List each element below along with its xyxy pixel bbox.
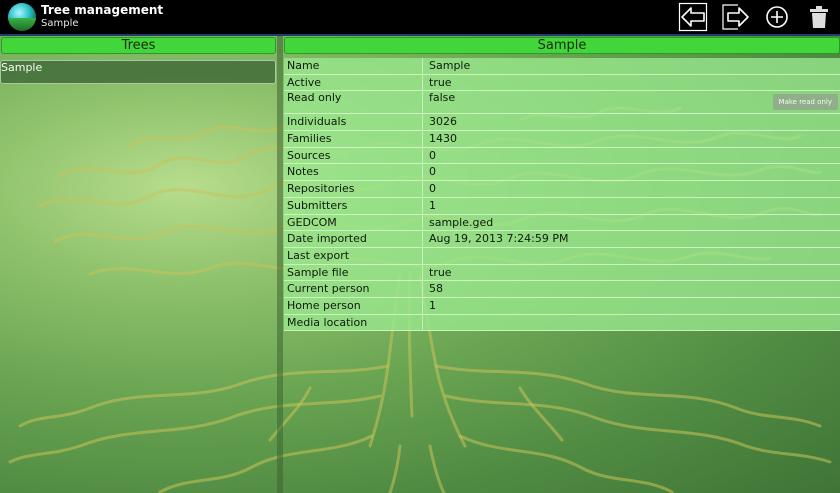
import-icon bbox=[678, 2, 708, 32]
property-value: true bbox=[429, 75, 452, 89]
property-value: Sample bbox=[429, 59, 471, 72]
trees-panel: Trees Sample bbox=[0, 36, 277, 493]
property-row-repositories: Repositories 0 bbox=[284, 181, 840, 198]
property-label: Name bbox=[287, 59, 320, 72]
property-label: Media location bbox=[287, 315, 368, 329]
property-value: Aug 19, 2013 7:24:59 PM bbox=[429, 232, 569, 246]
property-row-individuals: Individuals 3026 bbox=[284, 114, 840, 132]
property-row-read-only: Read only false Make read only bbox=[284, 91, 840, 115]
property-value: 0 bbox=[429, 165, 436, 179]
property-row-date-imported: Date imported Aug 19, 2013 7:24:59 PM bbox=[284, 231, 840, 248]
property-row-last-export: Last export bbox=[284, 247, 840, 265]
list-item[interactable]: Sample bbox=[0, 60, 276, 84]
property-value: sample.ged bbox=[429, 215, 494, 229]
property-row-gedcom: GEDCOM sample.ged bbox=[284, 214, 840, 232]
action-bar-titles: Tree management Sample bbox=[41, 3, 163, 31]
property-label: Repositories bbox=[287, 182, 355, 196]
property-value: 0 bbox=[429, 182, 436, 196]
property-row-current-person: Current person 58 bbox=[284, 281, 840, 298]
property-value: 1430 bbox=[429, 132, 457, 146]
property-label: Notes bbox=[287, 165, 319, 179]
trash-icon bbox=[810, 6, 828, 28]
property-row-home-person: Home person 1 bbox=[284, 297, 840, 315]
property-label: Families bbox=[287, 132, 332, 146]
property-label: Submitters bbox=[287, 198, 348, 212]
property-value: 1 bbox=[429, 198, 436, 212]
property-label: Home person bbox=[287, 298, 361, 312]
tree-properties-list: Name Sample Active true Read only false Make… bbox=[284, 58, 840, 332]
delete-tree-button[interactable] bbox=[798, 0, 840, 34]
action-buttons bbox=[672, 0, 840, 34]
property-value: 58 bbox=[429, 282, 443, 296]
property-value: 3026 bbox=[429, 115, 457, 129]
property-value: 0 bbox=[429, 148, 436, 162]
property-label: GEDCOM bbox=[287, 215, 337, 229]
property-label: Sample file bbox=[287, 265, 349, 279]
export-button[interactable] bbox=[714, 0, 756, 34]
property-label: Active bbox=[287, 75, 322, 89]
property-row-submitters: Submitters 1 bbox=[284, 197, 840, 215]
property-row-media-location: Media location bbox=[284, 314, 840, 332]
property-label: Sources bbox=[287, 148, 331, 162]
property-label: Individuals bbox=[287, 115, 347, 129]
property-label: Read only bbox=[287, 91, 342, 105]
app-title: Tree management bbox=[41, 3, 164, 17]
import-button[interactable] bbox=[672, 0, 714, 34]
property-label: Date imported bbox=[287, 232, 367, 246]
property-label: Current person bbox=[287, 282, 370, 296]
panel-separator[interactable] bbox=[277, 36, 283, 493]
property-row-active: Active true bbox=[284, 74, 840, 92]
property-row-name: Name Sample bbox=[284, 58, 840, 75]
action-bar: Tree management Sample bbox=[0, 0, 840, 34]
app-subtitle: Sample bbox=[41, 18, 79, 29]
tree-details-header: Sample bbox=[284, 37, 840, 54]
export-icon bbox=[722, 4, 749, 30]
make-read-only-button[interactable]: Make read only bbox=[772, 94, 838, 111]
property-label: Last export bbox=[287, 248, 350, 262]
app-logo-icon[interactable] bbox=[8, 3, 36, 31]
add-tree-button[interactable] bbox=[756, 0, 798, 34]
property-row-families: Families 1430 bbox=[284, 131, 840, 148]
property-value: 1 bbox=[429, 298, 436, 312]
add-circle-icon bbox=[766, 6, 788, 28]
property-value: false bbox=[429, 91, 456, 105]
property-row-sources: Sources 0 bbox=[284, 147, 840, 165]
property-row-notes: Notes 0 bbox=[284, 164, 840, 182]
trees-header: Trees bbox=[1, 37, 276, 54]
property-row-sample-file: Sample file true bbox=[284, 264, 840, 282]
property-value: true bbox=[429, 265, 452, 279]
